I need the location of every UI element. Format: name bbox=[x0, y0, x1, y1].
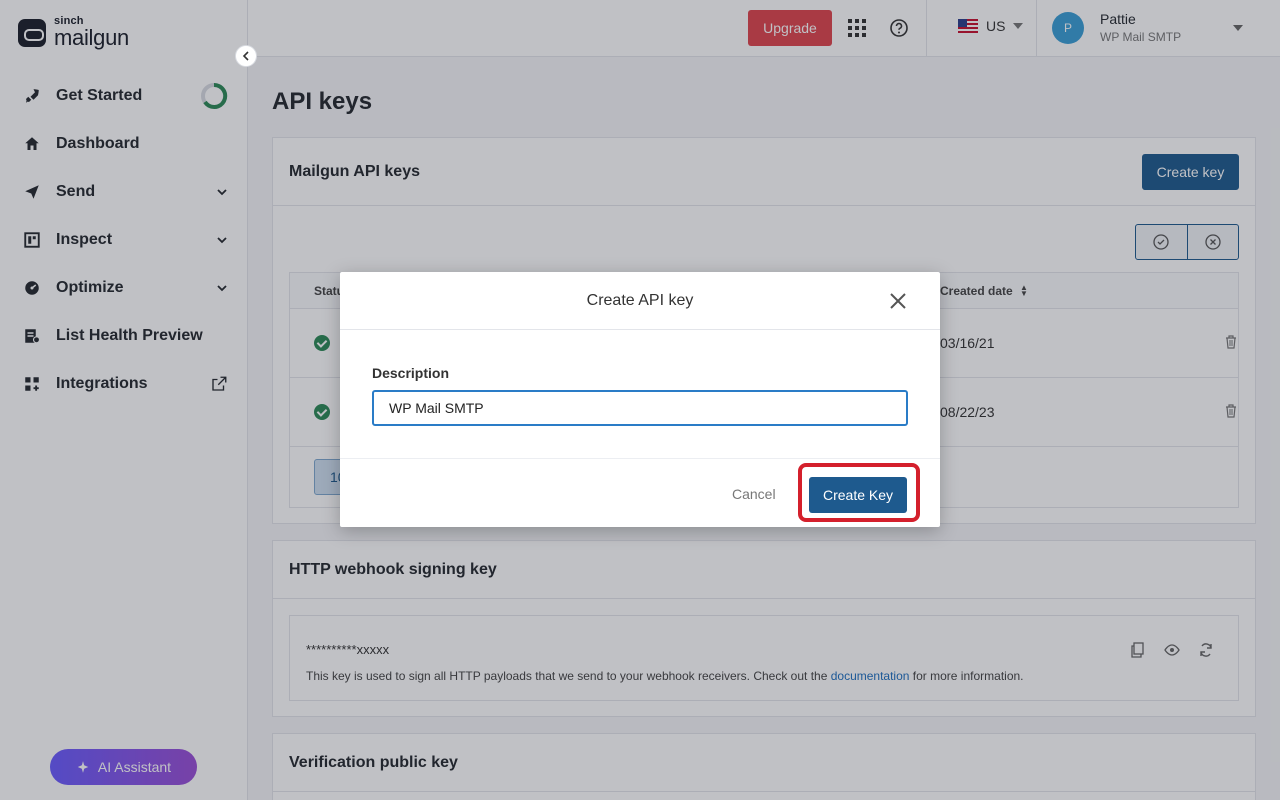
close-icon[interactable] bbox=[888, 291, 908, 311]
cancel-button[interactable]: Cancel bbox=[732, 486, 776, 502]
highlight-annotation bbox=[798, 463, 920, 522]
modal-header: Create API key bbox=[340, 272, 940, 330]
modal-title: Create API key bbox=[586, 291, 694, 309]
collapse-sidebar-button[interactable] bbox=[235, 45, 257, 67]
description-input[interactable] bbox=[372, 390, 908, 426]
chevron-left-icon bbox=[242, 51, 249, 61]
description-label: Description bbox=[372, 365, 450, 381]
